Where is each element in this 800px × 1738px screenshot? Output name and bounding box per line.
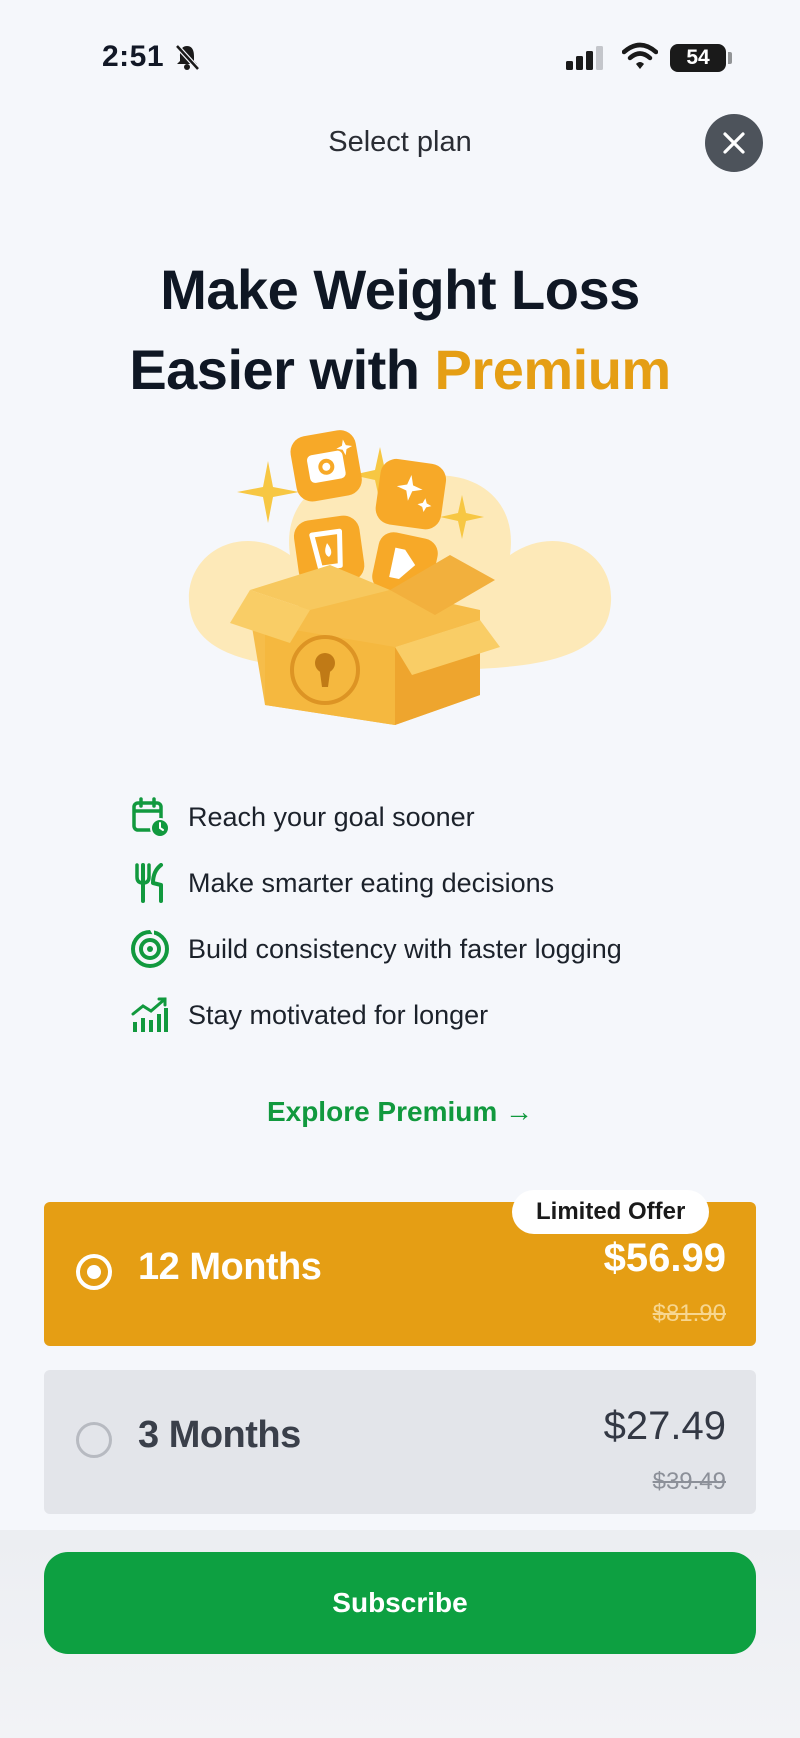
- cellular-signal-icon: [566, 46, 608, 75]
- status-time: 2:51: [102, 40, 165, 73]
- plan-original-price: $81.90: [652, 1300, 726, 1327]
- wifi-icon: [621, 42, 659, 75]
- fork-knife-icon: [130, 863, 170, 903]
- subscribe-button[interactable]: Subscribe: [44, 1552, 756, 1654]
- feature-text: Reach your goal sooner: [188, 801, 475, 832]
- explore-premium-link[interactable]: Explore Premium →: [0, 1096, 800, 1128]
- headline: Make Weight Loss Easier with Premium: [0, 250, 800, 410]
- feature-item: Stay motivated for longer: [130, 982, 730, 1048]
- close-icon: [723, 132, 745, 154]
- plan-name: 3 Months: [138, 1414, 301, 1456]
- feature-text: Build consistency with faster logging: [188, 933, 622, 964]
- radio-unselected[interactable]: [76, 1422, 112, 1458]
- bell-muted-icon: [172, 42, 202, 72]
- premium-box-illustration: [180, 425, 620, 745]
- plan-price: $56.99: [603, 1236, 726, 1280]
- headline-line-1: Make Weight Loss: [160, 258, 640, 321]
- feature-item: Build consistency with faster logging: [130, 916, 730, 982]
- explore-premium-label: Explore Premium: [266, 1096, 498, 1127]
- feature-text: Make smarter eating decisions: [188, 867, 555, 898]
- headline-line-2-prefix: Easier with: [129, 338, 435, 401]
- battery-indicator: 54: [670, 44, 726, 72]
- battery-cap: [728, 52, 732, 64]
- feature-list: Reach your goal sooner Make smarter eati…: [130, 784, 730, 1048]
- feature-item: Reach your goal sooner: [130, 784, 730, 850]
- limited-offer-badge: Limited Offer: [512, 1190, 710, 1234]
- plan-original-price: $39.49: [652, 1468, 726, 1495]
- plan-option-3-months[interactable]: 3 Months $27.49 $39.49: [44, 1370, 756, 1514]
- calendar-clock-icon: [130, 797, 170, 837]
- headline-line-2: Easier with Premium: [0, 330, 800, 410]
- feature-text: Stay motivated for longer: [188, 999, 489, 1030]
- plan-option-12-months[interactable]: 12 Months $56.99 $81.90 Limited Offer: [44, 1190, 756, 1346]
- plan-price: $27.49: [603, 1404, 726, 1448]
- radio-selected[interactable]: [76, 1254, 112, 1290]
- arrow-right-icon: →: [505, 1096, 534, 1127]
- plan-name: 12 Months: [138, 1246, 322, 1288]
- target-icon: [130, 929, 170, 969]
- growth-chart-icon: [130, 995, 170, 1035]
- page-title: Select plan: [328, 126, 472, 158]
- feature-item: Make smarter eating decisions: [130, 850, 730, 916]
- close-button[interactable]: [705, 114, 763, 172]
- radio-dot: [87, 1265, 101, 1279]
- headline-premium-word: Premium: [434, 338, 672, 401]
